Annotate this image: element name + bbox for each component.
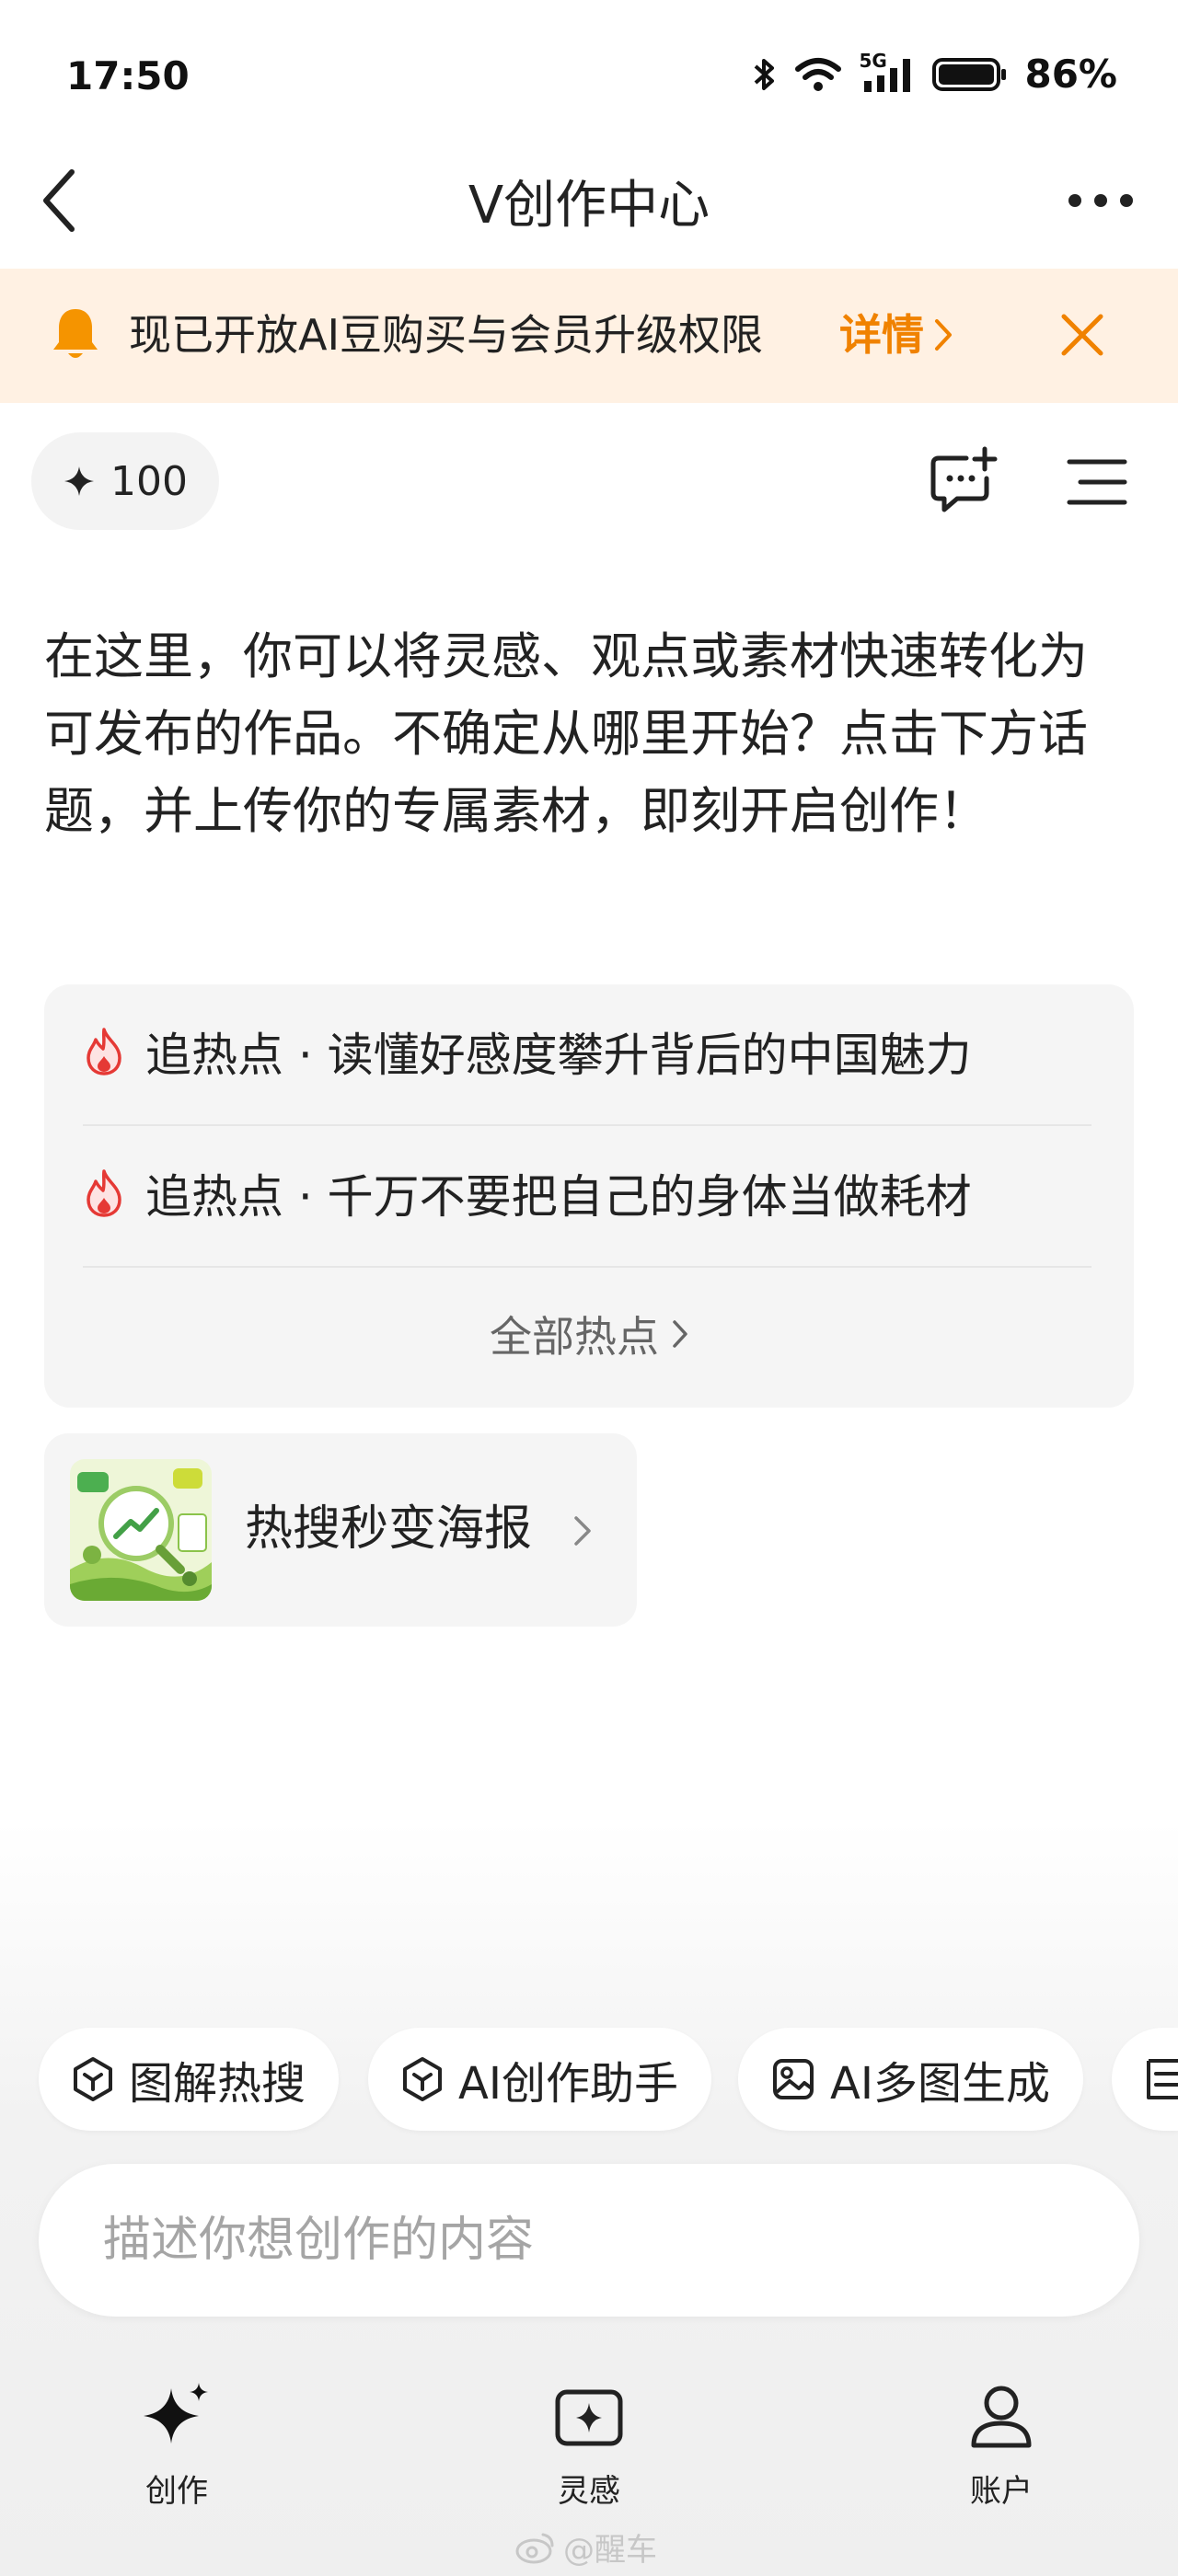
flame-icon — [87, 1169, 121, 1217]
points-badge[interactable]: 100 — [31, 432, 219, 530]
nav-account[interactable]: 账户 — [909, 2379, 1093, 2554]
hot-topic-item[interactable]: 追热点 · 千万不要把自己的身体当做耗材 — [83, 1124, 1095, 1262]
hot-topic-item[interactable]: 追热点 · 读懂好感度攀升背后的中国魅力 — [83, 983, 1095, 1121]
nav-label: 灵感 — [558, 2473, 620, 2510]
poster-label: 热搜秒变海报 — [245, 1501, 533, 1557]
weibo-logo-icon — [515, 2533, 554, 2563]
sparkle-icon — [64, 466, 94, 496]
all-hot-topics-link[interactable]: 全部热点 — [44, 1288, 1134, 1380]
wifi-icon — [795, 57, 842, 91]
nav-create[interactable]: 创作 — [85, 2379, 269, 2554]
chevron-left-icon — [43, 169, 75, 232]
sparkle-icon — [144, 2383, 208, 2444]
chip-label: AI多图生成 — [830, 2058, 1050, 2110]
status-icons: 5G 86% — [752, 50, 1117, 97]
divider — [83, 1266, 1091, 1268]
battery-percent: 86% — [1024, 52, 1117, 97]
points-value: 100 — [110, 457, 188, 505]
hexagon-cube-icon — [403, 2057, 442, 2101]
more-horizontal-icon — [1068, 194, 1133, 207]
back-button[interactable] — [33, 164, 85, 237]
watermark: @醒车 — [515, 2524, 657, 2570]
notice-detail-link[interactable]: 详情 — [839, 305, 953, 364]
list-menu-icon[interactable] — [1064, 449, 1130, 515]
chip-document[interactable] — [1112, 2028, 1178, 2131]
notice-text: 现已开放AI豆购买与会员升级权限 — [129, 310, 764, 360]
hot-topic-label: 追热点 · 千万不要把自己的身体当做耗材 — [145, 1170, 972, 1224]
poster-thumbnail — [70, 1459, 212, 1601]
notice-detail-label: 详情 — [839, 310, 924, 360]
all-hot-topics-label: 全部热点 — [490, 1312, 659, 1362]
chip-ai-multi-image[interactable]: AI多图生成 — [738, 2028, 1083, 2131]
document-icon — [1147, 2059, 1178, 2099]
inspiration-icon — [555, 2389, 623, 2446]
chip-ai-assistant[interactable]: AI创作助手 — [368, 2028, 711, 2131]
nav-label: 创作 — [145, 2473, 208, 2510]
watermark-text: @醒车 — [563, 2532, 657, 2569]
user-icon — [971, 2386, 1032, 2448]
more-button[interactable] — [1057, 164, 1145, 237]
close-icon[interactable] — [1057, 309, 1108, 361]
chip-illustrated-trending[interactable]: 图解热搜 — [39, 2028, 340, 2131]
nav-label: 账户 — [970, 2473, 1033, 2510]
hexagon-cube-icon — [74, 2057, 112, 2101]
chevron-right-icon — [673, 1320, 687, 1348]
bluetooth-icon — [755, 58, 775, 90]
intro-text: 在这里，你可以将灵感、观点或素材快速转化为可发布的作品。不确定从哪里开始？点击下… — [44, 627, 1088, 840]
bell-icon — [53, 309, 98, 358]
hot-topic-label: 追热点 · 读懂好感度攀升背后的中国魅力 — [145, 1029, 972, 1082]
prompt-input[interactable] — [39, 2164, 1139, 2317]
chevron-right-icon — [935, 319, 952, 351]
status-time: 17:50 — [66, 53, 190, 98]
flame-icon — [87, 1028, 121, 1075]
chip-label: AI创作助手 — [458, 2058, 678, 2110]
cellular-signal-icon: 5G — [859, 50, 916, 94]
battery-icon — [932, 57, 1007, 91]
image-icon — [773, 2059, 814, 2099]
chevron-right-icon — [574, 1516, 591, 1546]
page-title: V创作中心 — [468, 176, 710, 236]
new-chat-icon[interactable] — [926, 445, 999, 519]
chip-label: 图解热搜 — [129, 2058, 306, 2110]
